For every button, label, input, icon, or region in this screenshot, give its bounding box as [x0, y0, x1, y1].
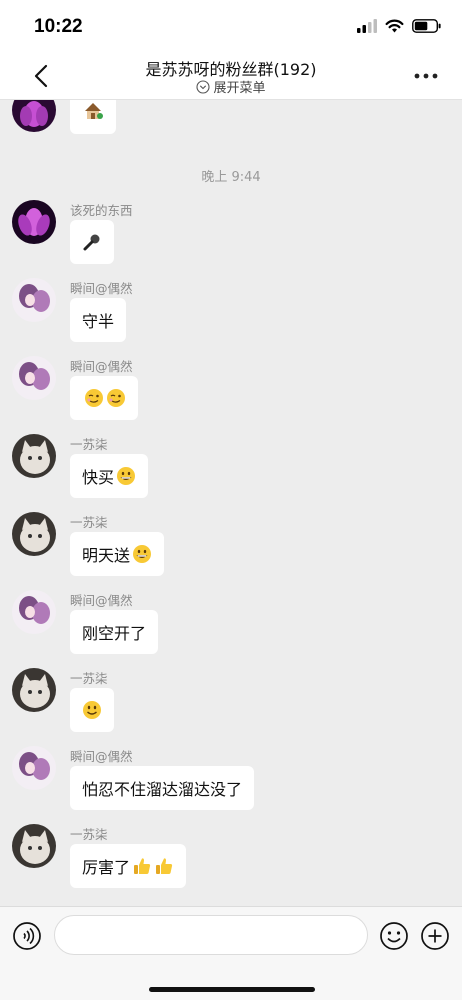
message-text: 刚空开了 [82, 624, 147, 643]
sender-name: 瞬间@偶然 [70, 281, 133, 296]
wink-emoji [107, 389, 125, 407]
cat-avatar[interactable] [12, 512, 56, 556]
status-icons [357, 19, 442, 33]
message-bubble[interactable]: 明天送 [70, 532, 165, 576]
wifi-icon [385, 19, 404, 33]
message-bubble[interactable] [70, 688, 114, 732]
plus-icon[interactable] [420, 921, 450, 951]
signal-icon [357, 19, 377, 33]
home-indicator [149, 987, 315, 992]
input-bar [0, 906, 462, 1000]
thumbs-up-emoji [134, 858, 151, 874]
status-bar: 10:22 [0, 0, 462, 52]
sender-name: 瞬间@偶然 [70, 749, 133, 764]
anime-avatar[interactable] [12, 590, 56, 634]
cat-avatar[interactable] [12, 824, 56, 868]
microphone-icon [83, 234, 100, 251]
message-bubble[interactable]: 刚空开了 [70, 610, 159, 654]
thumbs-up-emoji [156, 858, 173, 874]
grin-emoji [133, 545, 152, 563]
message-list[interactable]: 晚上 9:44 该死的东西 瞬间@偶然 守半 瞬间@偶然 一苏柒 快买 一苏柒 … [0, 100, 462, 906]
message-text: 明天送 [82, 546, 131, 565]
message-text: 守半 [82, 312, 115, 331]
smile-emoji [83, 701, 101, 719]
time-separator: 晚上 9:44 [201, 170, 261, 185]
expand-menu-toggle[interactable]: 展开菜单 [0, 77, 462, 96]
house-emoji-icon [85, 103, 103, 119]
message-text: 厉害了 [82, 858, 131, 877]
status-time: 10:22 [34, 16, 83, 37]
anime-avatar[interactable] [12, 746, 56, 790]
sender-name: 一苏柒 [70, 671, 108, 686]
sender-name: 一苏柒 [70, 827, 108, 842]
lotus-avatar[interactable] [12, 100, 56, 132]
chevron-down-circle-icon [196, 79, 211, 94]
message-bubble[interactable]: 怕忍不住溜达溜达没了 [70, 766, 255, 810]
expand-menu-label: 展开菜单 [213, 81, 266, 96]
voice-icon[interactable] [12, 921, 42, 951]
cat-avatar[interactable] [12, 434, 56, 478]
cat-avatar[interactable] [12, 668, 56, 712]
message-text: 快买 [82, 468, 115, 487]
message-bubble[interactable] [70, 376, 138, 420]
message-input[interactable] [54, 915, 368, 955]
message-bubble[interactable]: 厉害了 [70, 844, 187, 888]
sender-name: 瞬间@偶然 [70, 359, 133, 374]
sender-name: 瞬间@偶然 [70, 593, 133, 608]
message-bubble[interactable]: 守半 [70, 298, 127, 342]
sender-name: 一苏柒 [70, 437, 108, 452]
sender-name: 该死的东西 [70, 203, 133, 218]
wink-emoji [85, 389, 103, 407]
message-bubble[interactable] [70, 220, 114, 264]
chat-header: 是苏苏呀的粉丝群(192) 展开菜单 [0, 52, 462, 100]
lotus-avatar[interactable] [12, 200, 56, 244]
message-bubble[interactable] [70, 100, 116, 134]
emoji-icon[interactable] [379, 921, 409, 951]
anime-avatar[interactable] [12, 278, 56, 322]
grin-emoji [117, 467, 136, 485]
anime-avatar[interactable] [12, 356, 56, 400]
battery-icon [412, 19, 441, 33]
message-bubble[interactable]: 快买 [70, 454, 149, 498]
more-icon[interactable] [412, 64, 440, 86]
sender-name: 一苏柒 [70, 515, 108, 530]
message-text: 怕忍不住溜达溜达没了 [82, 780, 243, 799]
